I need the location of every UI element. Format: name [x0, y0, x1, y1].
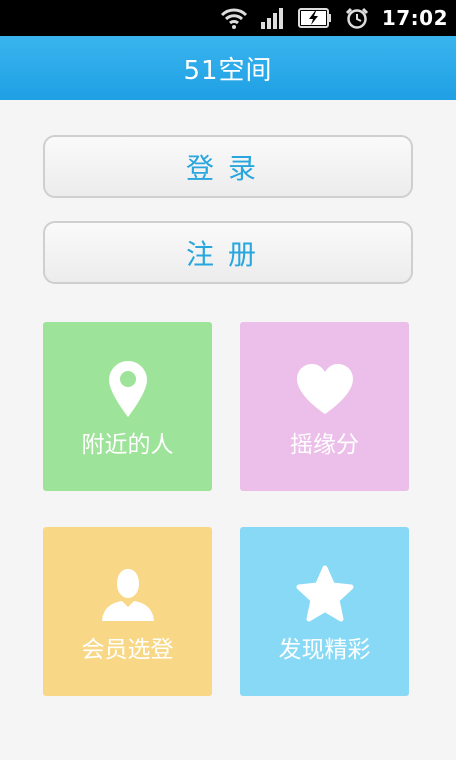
register-button[interactable]: 注册 [43, 221, 413, 284]
star-icon [296, 565, 353, 622]
tile-member[interactable]: 会员选登 [43, 527, 212, 696]
heart-icon [296, 364, 353, 414]
wifi-icon [220, 8, 247, 29]
status-bar: 17:02 [0, 0, 456, 36]
signal-icon [260, 8, 283, 29]
login-button[interactable]: 登录 [43, 135, 413, 198]
user-silhouette-icon [101, 569, 154, 621]
app-bar: 51空间 [0, 36, 456, 100]
clock: 17:02 [381, 6, 448, 30]
tile-discover-label: 发现精彩 [278, 637, 371, 663]
tile-discover[interactable]: 发现精彩 [240, 527, 409, 696]
location-pin-icon [108, 361, 147, 417]
tile-nearby[interactable]: 附近的人 [43, 322, 212, 491]
tile-nearby-label: 附近的人 [81, 432, 174, 458]
tile-member-label: 会员选登 [81, 637, 174, 663]
status-icons: 17:02 [220, 0, 448, 36]
alarm-clock-icon [345, 7, 368, 29]
tile-shake[interactable]: 摇缘分 [240, 322, 409, 491]
tile-shake-label: 摇缘分 [290, 432, 359, 458]
app-title: 51空间 [183, 55, 273, 86]
battery-charging-icon [297, 8, 331, 28]
